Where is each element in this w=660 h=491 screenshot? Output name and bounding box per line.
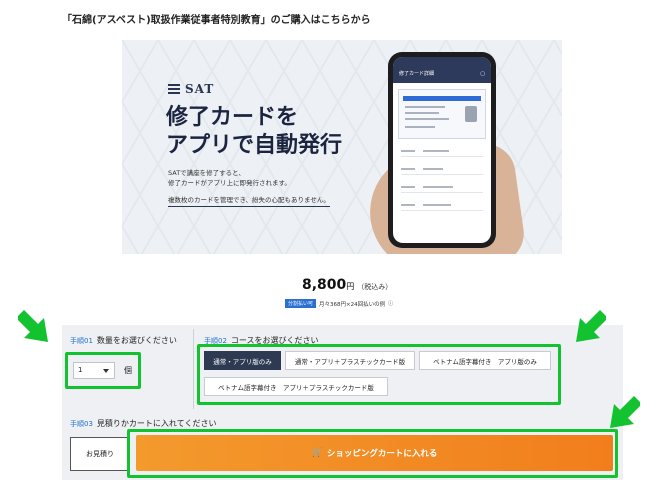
cart-icon: 🛒 [311, 448, 323, 458]
course-option-vietnamese-app-plastic[interactable]: ベトナム語字幕付き アプリ＋プラスチックカード版 [204, 377, 388, 396]
price: 8,800円 （税込み） [302, 277, 393, 293]
completion-card-image [398, 89, 486, 139]
banner-description-note: 複数枚のカードを管理でき、紛失の心配もありません。 [168, 194, 330, 207]
estimate-button[interactable]: お見積り [70, 437, 130, 471]
course-option-vietnamese-app[interactable]: ベトナム語字幕付き アプリ版のみ [419, 351, 551, 370]
installment-tag: 分割払い可 [285, 299, 317, 308]
step2-label: 手順02 コースをお選びください [204, 336, 319, 345]
phone-avatar-icon: ▢ [480, 71, 485, 77]
installment-info: 分割払い可 月々368円×24回払いの例 ⓘ [285, 299, 393, 308]
add-to-cart-button[interactable]: 🛒 ショッピングカートに入れる [136, 435, 613, 471]
chevron-down-icon [103, 369, 109, 373]
arrow-pointer-cart [610, 396, 640, 428]
course-option-standard-app-plastic[interactable]: 通常・アプリ＋プラスチックカード版 [285, 351, 415, 370]
info-icon: ⓘ [388, 301, 394, 307]
step1-label: 手順01 数量をお選びください [70, 336, 177, 345]
portrait-icon [465, 106, 477, 122]
arrow-pointer-quantity [18, 310, 48, 342]
page-title: 「石綿(アスベスト)取扱作業従事者特別教育」のご購入はこちらから [62, 15, 371, 26]
arrow-pointer-course [576, 310, 606, 342]
phone-header-title: 修了カード詳細 [399, 71, 435, 77]
promo-banner: SAT 修了カードを アプリで自動発行 SATで講座を修了すると、 修了カードが… [122, 40, 562, 254]
course-option-standard-app[interactable]: 通常・アプリ版のみ [204, 351, 281, 370]
quantity-unit: 個 [124, 366, 132, 375]
banner-headline: 修了カードを アプリで自動発行 [166, 105, 343, 158]
phone-mockup: 修了カード詳細 ▢ [388, 52, 496, 248]
sat-logo: SAT [168, 82, 214, 96]
quantity-select[interactable]: 1 [73, 362, 115, 379]
sat-logo-icon [168, 84, 180, 94]
step3-label: 手順03 見積りかカートに入れてください [70, 419, 217, 428]
banner-description: SATで講座を修了すると、 修了カードがアプリ上に即発行されます。 [168, 169, 291, 187]
